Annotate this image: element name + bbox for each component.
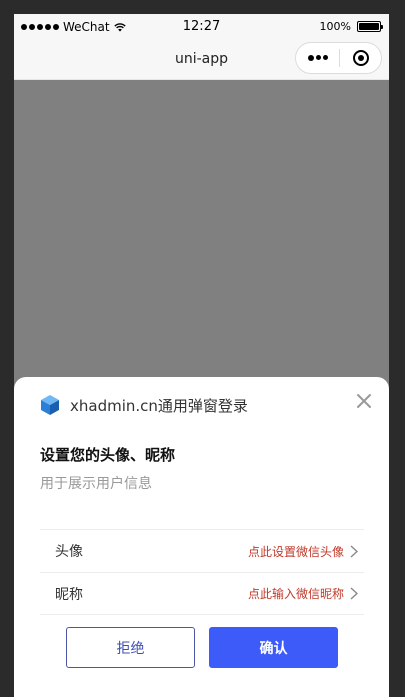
capsule-close-button[interactable] [340,49,381,67]
chevron-right-icon [350,587,358,600]
avatar-label: 头像 [55,544,83,560]
confirm-button[interactable]: 确认 [209,627,338,668]
nickname-row[interactable]: 昵称 点此输入微信昵称 [40,572,364,615]
mini-program-capsule [295,42,382,74]
more-dots-icon[interactable] [296,54,339,61]
status-right: 100% [319,20,383,33]
app-title: xhadmin.cn通用弹窗登录 [70,396,248,415]
battery-icon [357,21,383,32]
set-nickname-link[interactable]: 点此输入微信昵称 [248,585,344,602]
sheet-subtitle: 用于展示用户信息 [40,476,152,492]
close-icon[interactable] [355,392,373,410]
chevron-right-icon [350,544,358,558]
sheet-header: xhadmin.cn通用弹窗登录 [39,394,248,416]
target-icon [352,50,369,66]
nav-bar: uni-app [14,40,389,80]
reject-button[interactable]: 拒绝 [66,627,195,668]
battery-percent: 100% [319,20,351,33]
nickname-label: 昵称 [55,586,83,603]
login-sheet: xhadmin.cn通用弹窗登录 设置您的头像、昵称 用于展示用户信息 头像 点… [14,377,389,697]
set-avatar-link[interactable]: 点此设置微信头像 [248,543,344,560]
avatar-row[interactable]: 头像 点此设置微信头像 [40,529,364,572]
sheet-heading: 设置您的头像、昵称 [40,446,176,464]
cube-logo-icon [41,395,59,415]
battery-fill [359,23,379,30]
status-bar: WeChat 12:27 100% [14,14,389,40]
phone-screen: WeChat 12:27 100% uni-app xhadmin.cn通用弹窗… [14,14,389,697]
